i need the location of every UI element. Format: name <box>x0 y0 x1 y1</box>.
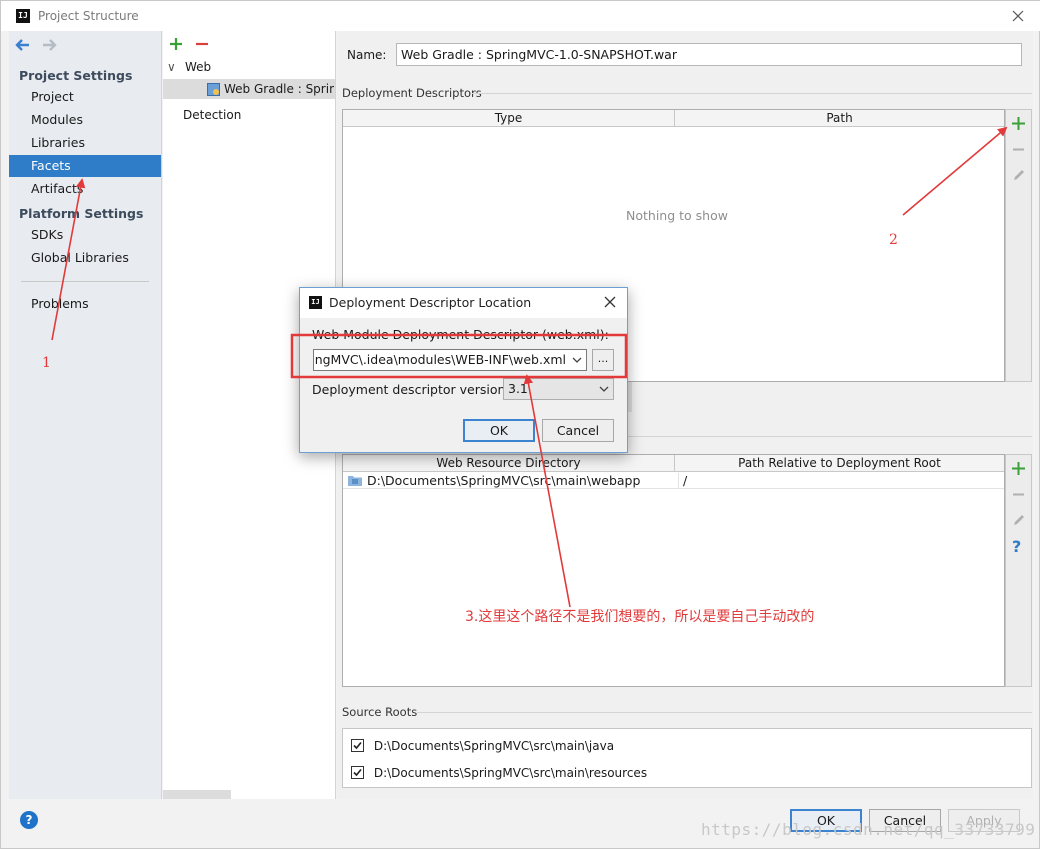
annotation-arrow-2 <box>902 126 1008 216</box>
annotation-arrow-1 <box>51 178 86 341</box>
annotation-label-2: 2 <box>889 232 898 248</box>
annotation-label-3: 3.这里这个路径不是我们想要的，所以是要自己手动改的 <box>465 609 815 625</box>
annotation-overlay <box>51 126 1008 608</box>
annotation-highlight-box <box>290 333 628 379</box>
annotation-arrow-3 <box>523 374 571 608</box>
annotation-label-1: 1 <box>42 355 51 371</box>
